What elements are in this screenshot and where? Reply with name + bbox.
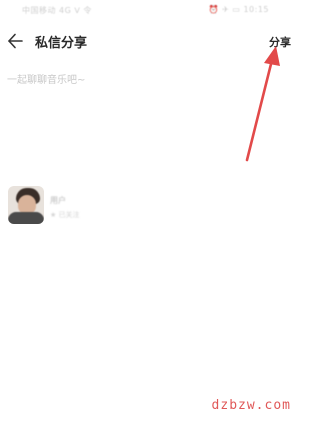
status-carrier: 中国移动 4G ᐯ 令 [22,6,92,15]
recipient-subtitle: ★ 已关注 [50,211,80,219]
page-title: 私信分享 [35,36,88,51]
avatar [8,186,44,224]
message-input[interactable] [7,72,287,88]
watermark: dzbzw.com [211,398,291,413]
recipient-item[interactable]: 用户 ★ 已关注 [8,186,208,226]
arrow-left-icon [8,33,23,49]
share-button[interactable]: 分享 [269,34,291,50]
recipient-name: 用户 [50,196,66,205]
status-right-info: ⏰ ✈ ▭ 10:15 [208,5,269,14]
header-bar: 私信分享 分享 [0,28,303,56]
status-bar: 中国移动 4G ᐯ 令 ⏰ ✈ ▭ 10:15 [0,0,303,22]
back-button[interactable] [6,30,26,52]
